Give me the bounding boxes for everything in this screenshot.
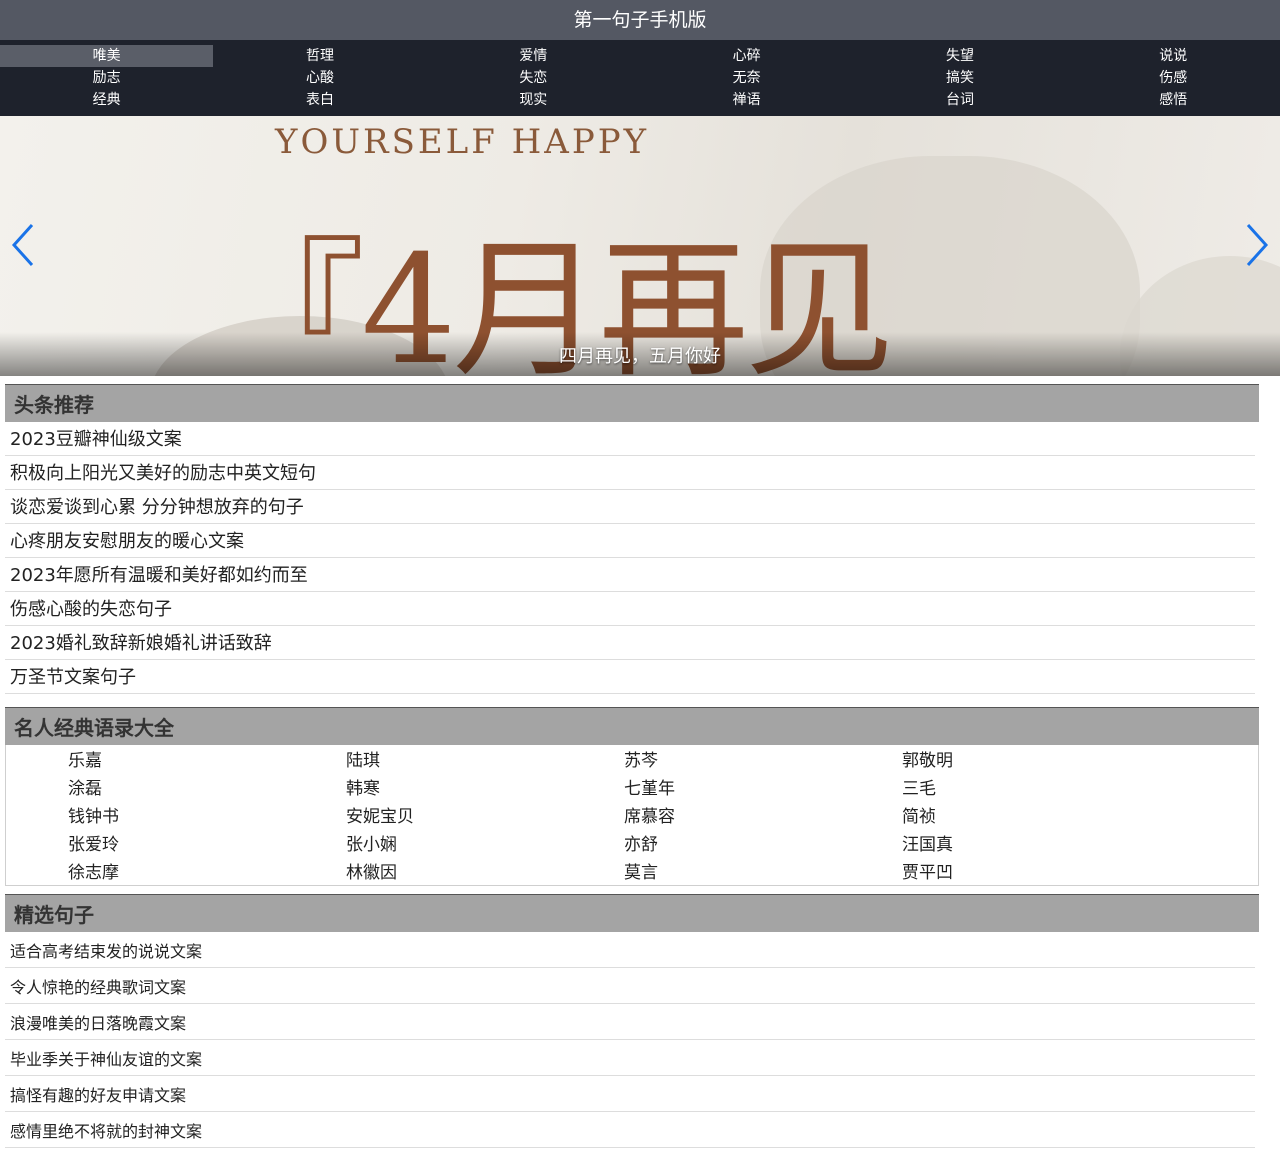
author-link[interactable]: 张小娴 (346, 831, 624, 859)
nav-item-jingdian[interactable]: 经典 (0, 89, 213, 111)
nav-item-shuoshuo[interactable]: 说说 (1067, 45, 1280, 67)
nav-item-shanggan[interactable]: 伤感 (1067, 67, 1280, 89)
headline-list: 2023豆瓣神仙级文案 积极向上阳光又美好的励志中英文短句 谈恋爱谈到心累 分分… (5, 422, 1259, 694)
nav-item-shilian[interactable]: 失恋 (427, 67, 640, 89)
headline-link[interactable]: 谈恋爱谈到心累 分分钟想放弃的句子 (10, 497, 304, 518)
picks-section: 精选句子 适合高考结束发的说说文案 令人惊艳的经典歌词文案 浪漫唯美的日落晚霞文… (5, 894, 1259, 1148)
author-link[interactable]: 三毛 (902, 775, 1180, 803)
section-title: 名人经典语录大全 (5, 707, 1259, 745)
list-item: 搞怪有趣的好友申请文案 (5, 1076, 1255, 1112)
nav-item-xinsuan[interactable]: 心酸 (213, 67, 426, 89)
nav-item-xianshi[interactable]: 现实 (427, 89, 640, 111)
headline-link[interactable]: 2023年愿所有温暖和美好都如约而至 (10, 565, 308, 586)
pick-link[interactable]: 搞怪有趣的好友申请文案 (10, 1086, 186, 1105)
author-link[interactable]: 郭敬明 (902, 747, 1180, 775)
category-nav: 唯美 哲理 爱情 心碎 失望 说说 励志 心酸 失恋 无奈 搞笑 伤感 经典 表… (0, 40, 1280, 116)
author-link[interactable]: 乐嘉 (68, 747, 346, 775)
nav-item-gaoxiao[interactable]: 搞笑 (853, 67, 1066, 89)
site-title: 第一句子手机版 (573, 9, 707, 31)
author-link[interactable]: 苏芩 (624, 747, 902, 775)
site-header: 第一句子手机版 (0, 0, 1280, 40)
list-item: 感情里绝不将就的封神文案 (5, 1112, 1255, 1148)
list-item: 万圣节文案句子 (5, 660, 1255, 694)
list-item: 积极向上阳光又美好的励志中英文短句 (5, 456, 1255, 490)
pick-link[interactable]: 浪漫唯美的日落晚霞文案 (10, 1014, 186, 1033)
nav-item-biaobai[interactable]: 表白 (213, 89, 426, 111)
nav-item-xinsui[interactable]: 心碎 (640, 45, 853, 67)
picks-list: 适合高考结束发的说说文案 令人惊艳的经典歌词文案 浪漫唯美的日落晚霞文案 毕业季… (5, 932, 1259, 1148)
author-link[interactable]: 韩寒 (346, 775, 624, 803)
nav-item-zheli[interactable]: 哲理 (213, 45, 426, 67)
headline-link[interactable]: 2023豆瓣神仙级文案 (10, 429, 182, 450)
nav-item-taici[interactable]: 台词 (853, 89, 1066, 111)
banner-image-text-en: YOURSELF HAPPY (275, 122, 650, 162)
author-link[interactable]: 安妮宝贝 (346, 803, 624, 831)
list-item: 谈恋爱谈到心累 分分钟想放弃的句子 (5, 490, 1255, 524)
chevron-right-icon[interactable] (1244, 222, 1270, 268)
headline-link[interactable]: 伤感心酸的失恋句子 (10, 599, 172, 620)
author-link[interactable]: 莫言 (624, 859, 902, 887)
headline-link[interactable]: 积极向上阳光又美好的励志中英文短句 (10, 463, 316, 484)
headlines-section: 头条推荐 2023豆瓣神仙级文案 积极向上阳光又美好的励志中英文短句 谈恋爱谈到… (5, 384, 1259, 694)
list-item: 2023豆瓣神仙级文案 (5, 422, 1255, 456)
nav-item-ganwu[interactable]: 感悟 (1067, 89, 1280, 111)
banner-carousel[interactable]: YOURSELF HAPPY 『4月再见 四月再见，五月你好 (0, 116, 1280, 376)
author-link[interactable]: 陆琪 (346, 747, 624, 775)
nav-item-weimei[interactable]: 唯美 (0, 45, 214, 67)
author-link[interactable]: 简祯 (902, 803, 1180, 831)
author-link[interactable]: 贾平凹 (902, 859, 1180, 887)
nav-item-wunai[interactable]: 无奈 (640, 67, 853, 89)
author-link[interactable]: 张爱玲 (68, 831, 346, 859)
headline-link[interactable]: 心疼朋友安慰朋友的暖心文案 (10, 531, 244, 552)
pick-link[interactable]: 适合高考结束发的说说文案 (10, 942, 202, 961)
chevron-left-icon[interactable] (10, 222, 36, 268)
list-item: 伤感心酸的失恋句子 (5, 592, 1255, 626)
section-title: 精选句子 (5, 894, 1259, 932)
famous-quotes-section: 名人经典语录大全 乐嘉 陆琪 苏芩 郭敬明 涂磊 韩寒 七堇年 三毛 钱钟书 安… (5, 707, 1259, 886)
author-link[interactable]: 席慕容 (624, 803, 902, 831)
author-grid: 乐嘉 陆琪 苏芩 郭敬明 涂磊 韩寒 七堇年 三毛 钱钟书 安妮宝贝 席慕容 简… (5, 745, 1259, 886)
pick-link[interactable]: 毕业季关于神仙友谊的文案 (10, 1050, 202, 1069)
author-link[interactable]: 七堇年 (624, 775, 902, 803)
banner-caption[interactable]: 四月再见，五月你好 (0, 342, 1280, 368)
pick-link[interactable]: 感情里绝不将就的封神文案 (10, 1122, 202, 1141)
list-item: 适合高考结束发的说说文案 (5, 932, 1255, 968)
headline-link[interactable]: 万圣节文案句子 (10, 667, 136, 688)
list-item: 心疼朋友安慰朋友的暖心文案 (5, 524, 1255, 558)
headline-link[interactable]: 2023婚礼致辞新娘婚礼讲话致辞 (10, 633, 272, 654)
author-link[interactable]: 涂磊 (68, 775, 346, 803)
author-link[interactable]: 汪国真 (902, 831, 1180, 859)
list-item: 毕业季关于神仙友谊的文案 (5, 1040, 1255, 1076)
nav-item-chanyu[interactable]: 禅语 (640, 89, 853, 111)
list-item: 浪漫唯美的日落晚霞文案 (5, 1004, 1255, 1040)
list-item: 令人惊艳的经典歌词文案 (5, 968, 1255, 1004)
author-link[interactable]: 钱钟书 (68, 803, 346, 831)
author-link[interactable]: 徐志摩 (68, 859, 346, 887)
section-title: 头条推荐 (5, 384, 1259, 422)
pick-link[interactable]: 令人惊艳的经典歌词文案 (10, 978, 186, 997)
nav-item-shiwang[interactable]: 失望 (853, 45, 1066, 67)
list-item: 2023婚礼致辞新娘婚礼讲话致辞 (5, 626, 1255, 660)
nav-item-aiqing[interactable]: 爱情 (427, 45, 640, 67)
list-item: 2023年愿所有温暖和美好都如约而至 (5, 558, 1255, 592)
nav-item-lizhi[interactable]: 励志 (0, 67, 213, 89)
author-link[interactable]: 亦舒 (624, 831, 902, 859)
author-link[interactable]: 林徽因 (346, 859, 624, 887)
